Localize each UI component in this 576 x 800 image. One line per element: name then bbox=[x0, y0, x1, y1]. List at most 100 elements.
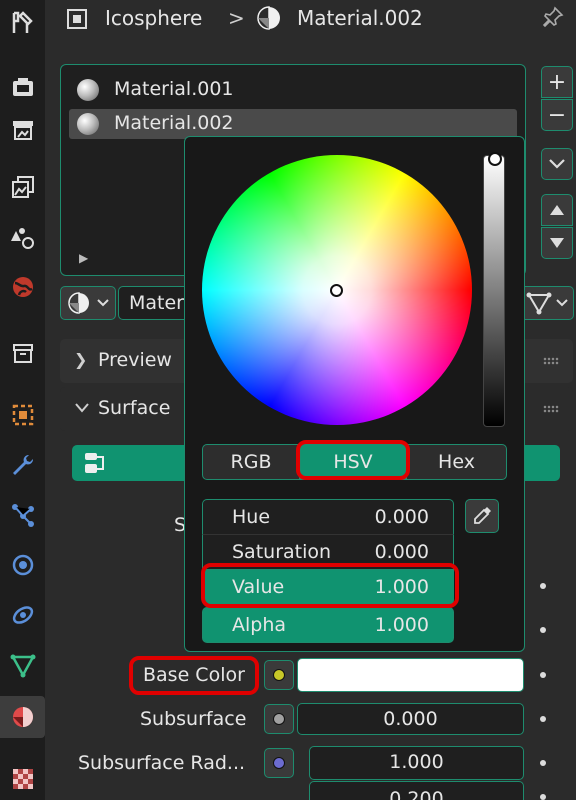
chevron-down-icon bbox=[75, 403, 89, 413]
modifiers-tab[interactable] bbox=[0, 444, 45, 486]
triangle-down-icon bbox=[550, 238, 564, 248]
tool-tab[interactable] bbox=[0, 2, 45, 44]
chevron-down-icon bbox=[556, 299, 568, 307]
keyframe-dot[interactable] bbox=[540, 627, 546, 633]
drag-grip-icon[interactable] bbox=[543, 405, 559, 413]
material-sphere-icon bbox=[12, 707, 33, 727]
surface-panel-title: Surface bbox=[98, 397, 171, 419]
tab-hex[interactable]: Hex bbox=[406, 444, 507, 480]
physics-tab[interactable] bbox=[0, 544, 45, 586]
hue-value: 0.000 bbox=[374, 506, 429, 528]
chevron-right-icon: ❯ bbox=[74, 350, 88, 369]
material-name-text: Mater bbox=[129, 292, 184, 314]
tool-icon bbox=[12, 11, 33, 33]
alpha-field[interactable]: Alpha 1.000 bbox=[202, 607, 454, 643]
scene-tab[interactable] bbox=[0, 216, 45, 258]
value-slider[interactable] bbox=[483, 155, 505, 427]
highlight-base-color bbox=[129, 656, 259, 695]
world-tab[interactable] bbox=[0, 266, 45, 308]
physics-orbit-icon bbox=[12, 554, 33, 576]
alpha-label: Alpha bbox=[232, 614, 287, 636]
object-tab[interactable] bbox=[0, 394, 45, 436]
object-square-icon bbox=[12, 404, 33, 426]
slot-label: Material.001 bbox=[114, 78, 234, 100]
browse-material-button[interactable] bbox=[60, 286, 116, 320]
subsurface-radius-y-field[interactable]: 0.200 bbox=[309, 781, 524, 800]
node-tree-icon bbox=[526, 292, 552, 315]
particles-icon bbox=[11, 504, 34, 527]
saturation-label: Saturation bbox=[232, 541, 332, 563]
collection-tab[interactable] bbox=[0, 332, 45, 374]
triangle-up-icon bbox=[550, 205, 564, 215]
material-icon bbox=[257, 6, 280, 30]
node-link-button[interactable] bbox=[524, 286, 574, 320]
material-tab[interactable] bbox=[0, 696, 45, 738]
texture-tab[interactable] bbox=[0, 758, 45, 800]
subsurface-socket[interactable] bbox=[264, 704, 294, 734]
socket-dot-icon bbox=[273, 757, 285, 769]
alpha-value: 1.000 bbox=[374, 614, 429, 636]
subsurface-label: Subsurface bbox=[140, 708, 247, 730]
material-preview-icon bbox=[77, 79, 99, 101]
data-tab[interactable] bbox=[0, 644, 45, 686]
printer-icon bbox=[12, 121, 33, 140]
drag-grip-icon[interactable] bbox=[543, 357, 559, 365]
breadcrumb-separator: > bbox=[228, 6, 245, 30]
images-icon bbox=[11, 176, 34, 198]
add-slot-button[interactable]: + bbox=[541, 66, 573, 98]
base-color-socket[interactable] bbox=[264, 660, 294, 690]
highlight-hsv-tab bbox=[296, 440, 410, 480]
move-slot-down-button[interactable] bbox=[541, 227, 573, 259]
keyframe-dot[interactable] bbox=[540, 583, 546, 589]
eyedropper-icon bbox=[474, 507, 491, 524]
particles-tab[interactable] bbox=[0, 494, 45, 536]
keyframe-dot[interactable] bbox=[540, 794, 546, 800]
slot-specials-button[interactable] bbox=[541, 148, 573, 180]
breadcrumb-object: Icosphere bbox=[105, 6, 203, 30]
node-editor-icon bbox=[85, 453, 104, 473]
saturation-value: 0.000 bbox=[374, 541, 429, 563]
checker-texture-icon bbox=[12, 769, 33, 789]
move-slot-up-button[interactable] bbox=[541, 194, 573, 226]
hue-label: Hue bbox=[232, 506, 271, 528]
preview-panel-title: Preview bbox=[98, 349, 172, 371]
subsurface-field[interactable]: 0.000 bbox=[297, 703, 524, 735]
subsurface-radius-x-field[interactable]: 1.000 bbox=[309, 746, 524, 780]
material-preview-icon bbox=[77, 113, 99, 135]
subsurface-radius-socket[interactable] bbox=[264, 748, 294, 778]
eyedropper-button[interactable] bbox=[465, 499, 499, 533]
render-tab[interactable] bbox=[0, 66, 45, 108]
object-icon bbox=[67, 9, 87, 29]
socket-dot-icon bbox=[273, 669, 285, 681]
tab-rgb[interactable]: RGB bbox=[202, 444, 300, 480]
scene-icon bbox=[10, 228, 34, 249]
value-slider-handle[interactable] bbox=[488, 152, 502, 166]
camera-back-icon bbox=[12, 78, 33, 96]
pin-icon[interactable] bbox=[541, 5, 565, 29]
constraint-icon bbox=[12, 606, 33, 624]
slot-item-selected[interactable]: Material.002 bbox=[69, 109, 517, 139]
expand-triangle-icon[interactable]: ▶ bbox=[79, 251, 88, 265]
base-color-swatch[interactable] bbox=[297, 658, 524, 692]
mesh-data-icon bbox=[10, 654, 35, 678]
keyframe-dot[interactable] bbox=[540, 672, 546, 678]
chevron-down-icon bbox=[549, 159, 565, 169]
output-tab[interactable] bbox=[0, 108, 45, 150]
remove-slot-button[interactable]: − bbox=[541, 99, 573, 131]
slot-label: Material.002 bbox=[114, 112, 234, 134]
breadcrumb-material: Material.002 bbox=[297, 6, 423, 30]
slot-item[interactable]: Material.001 bbox=[69, 75, 517, 105]
view-layer-tab[interactable] bbox=[0, 166, 45, 208]
breadcrumb: Icosphere > Material.002 bbox=[45, 0, 576, 40]
wrench-icon bbox=[12, 454, 33, 475]
keyframe-dot[interactable] bbox=[540, 716, 546, 722]
hue-field[interactable]: Hue 0.000 bbox=[202, 499, 454, 535]
keyframe-dot[interactable] bbox=[540, 760, 546, 766]
constraints-tab[interactable] bbox=[0, 594, 45, 636]
material-sphere-icon bbox=[68, 292, 89, 314]
world-icon bbox=[12, 277, 33, 297]
highlight-value-field bbox=[201, 563, 459, 608]
wheel-cursor[interactable] bbox=[330, 284, 343, 297]
socket-dot-icon bbox=[273, 713, 285, 725]
subsurface-radius-label: Subsurface Rad... bbox=[78, 752, 246, 774]
